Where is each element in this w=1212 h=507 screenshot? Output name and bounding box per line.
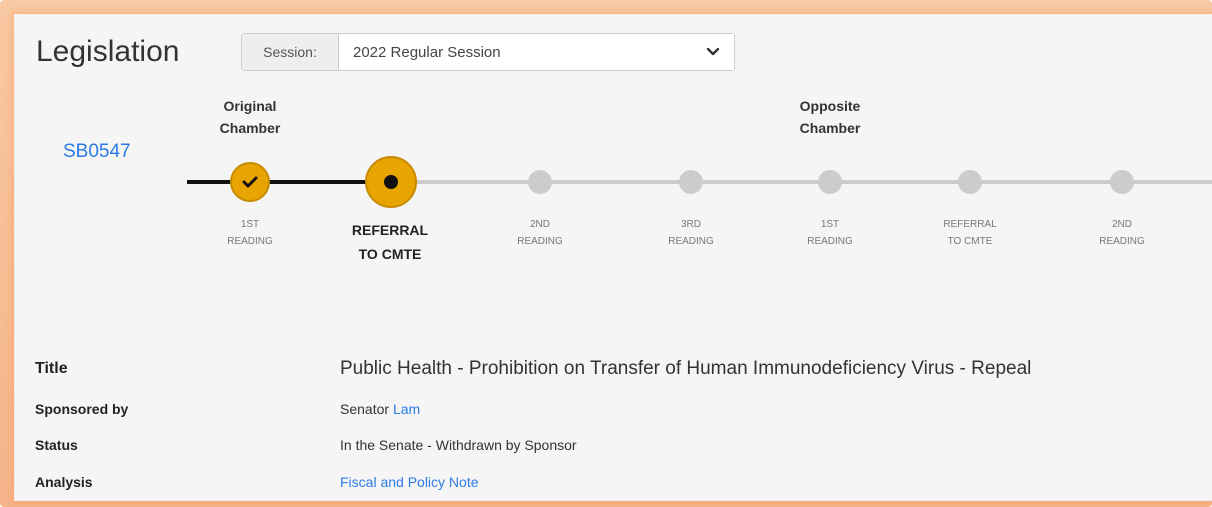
analysis-link[interactable]: Fiscal and Policy Note: [340, 474, 479, 490]
step-label-line2: READING: [517, 236, 563, 247]
session-select[interactable]: Session: 2022 Regular Session: [241, 33, 735, 71]
status-label: Status: [35, 437, 78, 453]
step-label-opposite-referral-to-cmte: REFERRAL TO CMTE: [925, 216, 1015, 250]
page-title: Legislation: [36, 35, 180, 68]
sponsored-by-value: Senator Lam: [340, 401, 420, 417]
step-node-2nd-reading[interactable]: [528, 170, 552, 194]
original-chamber-line1: Original: [223, 98, 277, 114]
step-label-line1: REFERRAL: [943, 219, 997, 230]
legislation-panel: Legislation Session: 2022 Regular Sessio…: [14, 14, 1212, 501]
step-node-1st-reading[interactable]: [230, 162, 270, 202]
step-label-line1: 3RD: [680, 219, 701, 230]
step-node-opposite-2nd-reading[interactable]: [1110, 170, 1134, 194]
title-value: Public Health - Prohibition on Transfer …: [340, 358, 1032, 379]
step-label-line1: REFERRAL: [351, 222, 429, 238]
step-node-opposite-referral-to-cmte[interactable]: [958, 170, 982, 194]
session-label: Session:: [242, 34, 339, 70]
step-node-opposite-1st-reading[interactable]: [818, 170, 842, 194]
step-label-line2: TO CMTE: [947, 236, 993, 247]
step-label-line2: READING: [227, 236, 273, 247]
opposite-chamber-heading: Opposite Chamber: [785, 95, 875, 139]
step-label-referral-to-cmte: REFERRAL TO CMTE: [335, 218, 445, 266]
bill-number-link[interactable]: SB0547: [63, 141, 131, 163]
step-label-line1: 2ND: [1111, 219, 1132, 230]
step-label-line2: READING: [807, 236, 853, 247]
original-chamber-heading: Original Chamber: [205, 95, 295, 139]
session-value-text: 2022 Regular Session: [353, 43, 501, 61]
step-label-line2: READING: [1099, 236, 1145, 247]
current-step-dot: [384, 175, 398, 189]
step-label-line1: 1ST: [820, 219, 840, 230]
step-label-2nd-reading: 2ND READING: [495, 216, 585, 250]
progress-track-complete: [187, 180, 393, 184]
step-node-referral-to-cmte[interactable]: [365, 156, 417, 208]
title-label: Title: [35, 360, 68, 377]
status-value: In the Senate - Withdrawn by Sponsor: [340, 437, 577, 453]
opposite-chamber-line1: Opposite: [799, 98, 861, 114]
analysis-label: Analysis: [35, 474, 93, 490]
sponsor-prefix: Senator: [340, 401, 390, 417]
check-icon: [242, 176, 258, 188]
progress-track-remaining: [393, 180, 1212, 184]
step-label-line1: 1ST: [240, 219, 260, 230]
step-label-line2: READING: [668, 236, 714, 247]
step-label-1st-reading: 1ST READING: [205, 216, 295, 250]
opposite-chamber-line2: Chamber: [799, 120, 861, 136]
original-chamber-line2: Chamber: [219, 120, 281, 136]
sponsor-link[interactable]: Lam: [393, 401, 420, 417]
step-label-opposite-2nd-reading: 2ND READING: [1077, 216, 1167, 250]
step-node-3rd-reading[interactable]: [679, 170, 703, 194]
session-value[interactable]: 2022 Regular Session: [339, 34, 734, 70]
sponsored-by-label: Sponsored by: [35, 401, 129, 417]
step-label-opposite-1st-reading: 1ST READING: [785, 216, 875, 250]
chevron-down-icon: [706, 47, 720, 56]
step-label-line1: 2ND: [529, 219, 550, 230]
step-label-3rd-reading: 3RD READING: [646, 216, 736, 250]
step-label-line2: TO CMTE: [358, 246, 422, 262]
